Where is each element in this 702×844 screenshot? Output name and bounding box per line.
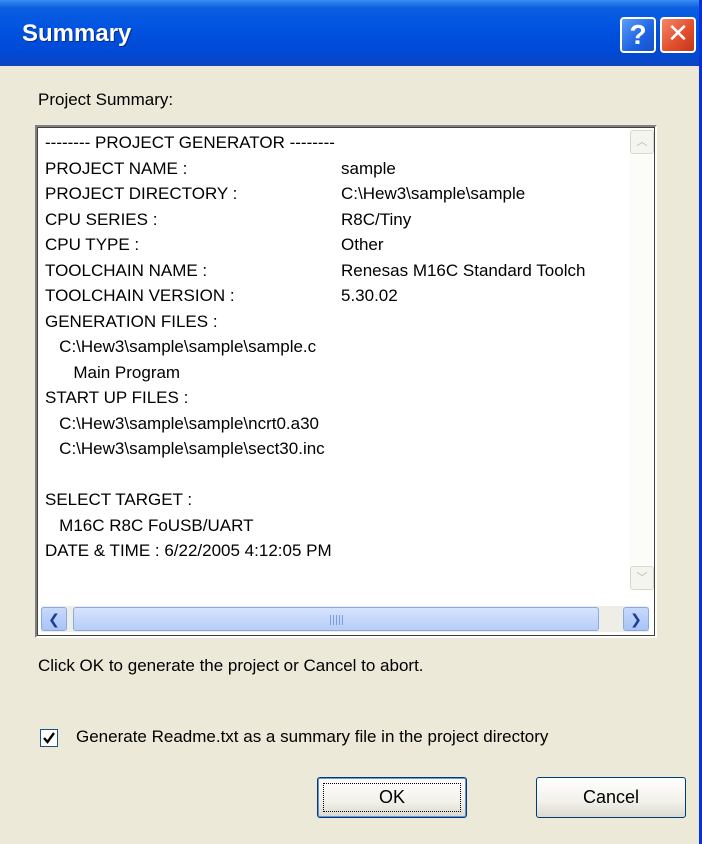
summary-line: C:\Hew3\sample\sample\ncrt0.a30	[45, 414, 319, 436]
scroll-left-button[interactable]: ❮	[41, 607, 67, 631]
summary-line: DATE & TIME : 6/22/2005 4:12:05 PM	[45, 541, 332, 563]
summary-text: -------- PROJECT GENERATOR -------- PROJE…	[45, 133, 649, 603]
instruction-text: Click OK to generate the project or Canc…	[38, 656, 424, 675]
summary-line: C:\Hew3\sample\sample\sect30.inc	[45, 439, 325, 461]
close-icon: ✕	[667, 19, 689, 49]
summary-line: C:\Hew3\sample\sample\sample.c	[45, 337, 316, 359]
summary-line-label: M16C R8C FoUSB/UART	[45, 515, 254, 535]
summary-line-value: C:\Hew3\sample\sample	[341, 184, 526, 203]
scroll-up-button[interactable]: ︿	[630, 130, 654, 154]
summary-line-label: CPU SERIES :	[45, 209, 158, 229]
summary-line: GENERATION FILES :	[45, 312, 218, 334]
summary-line-value: sample	[341, 158, 396, 178]
summary-line: START UP FILES :	[45, 388, 188, 410]
summary-line-label: C:\Hew3\sample\sample\ncrt0.a30	[45, 413, 320, 433]
summary-line-label: GENERATION FILES :	[45, 311, 218, 331]
chevron-down-icon: ﹀	[636, 572, 648, 584]
cancel-button[interactable]: Cancel	[536, 777, 686, 818]
summary-line-label: C:\Hew3\sample\sample\sample.c	[45, 337, 317, 356]
focus-ring	[323, 783, 461, 812]
summary-line: TOOLCHAIN NAME : Renesas M16C Standard To…	[45, 260, 585, 283]
summary-line-value: Other	[341, 235, 384, 254]
scroll-thumb[interactable]	[73, 607, 599, 631]
horizontal-scrollbar[interactable]: ❮ ❯	[41, 606, 649, 632]
title-bar[interactable]: Summary ? ✕	[0, 0, 699, 66]
summary-line: M16C R8C FoUSB/UART	[45, 516, 253, 538]
summary-line-label: PROJECT NAME :	[45, 158, 188, 178]
summary-line-label: TOOLCHAIN NAME :	[45, 260, 208, 280]
summary-line: -------- PROJECT GENERATOR --------	[45, 133, 335, 155]
summary-line-label: PROJECT DIRECTORY :	[45, 184, 238, 203]
scroll-down-button[interactable]: ﹀	[630, 566, 654, 590]
help-icon: ?	[629, 19, 647, 50]
summary-line-label: START UP FILES :	[45, 388, 189, 407]
summary-line: SELECT TARGET :	[45, 490, 192, 512]
summary-line-value: 5.30.02	[341, 286, 398, 305]
chevron-up-icon: ︿	[636, 136, 648, 148]
thumb-grip-icon	[330, 615, 344, 625]
summary-line: PROJECT DIRECTORY : C:\Hew3\sample\sample	[45, 184, 525, 206]
summary-line-label: -------- PROJECT GENERATOR --------	[45, 133, 335, 152]
summary-line-label: Main Program	[45, 362, 181, 382]
summary-line-label: TOOLCHAIN VERSION :	[45, 286, 235, 305]
close-button[interactable]: ✕	[660, 17, 696, 53]
summary-line-label: CPU TYPE :	[45, 235, 140, 254]
ok-button[interactable]: OK	[317, 777, 467, 818]
summary-line-label: SELECT TARGET :	[45, 490, 193, 509]
vertical-scrollbar[interactable]: ︿ ﹀	[629, 129, 654, 591]
help-button[interactable]: ?	[620, 17, 656, 53]
arrow-left-icon: ❮	[48, 611, 60, 627]
cancel-button-label: Cancel	[582, 787, 640, 807]
readme-checkbox-label[interactable]: Generate Readme.txt as a summary file in…	[76, 727, 548, 747]
summary-line-value: Renesas M16C Standard Toolch	[341, 260, 586, 280]
summary-textbox[interactable]: -------- PROJECT GENERATOR -------- PROJE…	[35, 125, 657, 638]
summary-line-label: DATE & TIME : 6/22/2005 4:12:05 PM	[45, 541, 332, 560]
summary-line-label: C:\Hew3\sample\sample\sect30.inc	[45, 439, 325, 458]
window-title: Summary	[22, 20, 132, 47]
arrow-right-icon: ❯	[630, 611, 642, 627]
summary-line: TOOLCHAIN VERSION : 5.30.02	[45, 286, 398, 308]
summary-dialog: Summary ? ✕ Project Summary: -------- PR…	[0, 0, 702, 844]
summary-line: CPU TYPE : Other	[45, 235, 384, 257]
summary-line: PROJECT NAME : sample	[45, 158, 396, 181]
checkmark-icon	[43, 732, 55, 744]
project-summary-label: Project Summary:	[38, 90, 174, 109]
scroll-right-button[interactable]: ❯	[623, 607, 649, 631]
summary-line-value: R8C/Tiny	[341, 209, 412, 229]
summary-line: Main Program	[45, 363, 180, 385]
readme-checkbox[interactable]	[40, 729, 58, 747]
summary-line: CPU SERIES : R8C/Tiny	[45, 209, 411, 232]
